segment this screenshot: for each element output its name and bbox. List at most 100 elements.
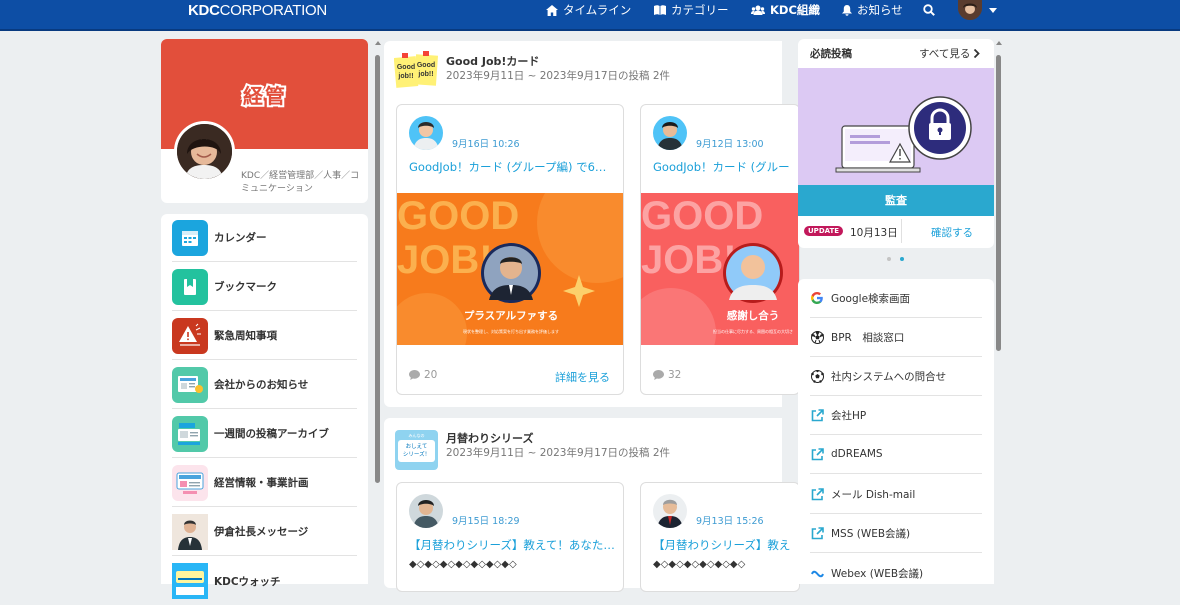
svg-text:Good: Good <box>397 64 415 71</box>
post-date: 9月16日 10:26 <box>452 139 520 150</box>
sidebar-item-company-news[interactable]: 会社からのお知らせ <box>172 361 357 409</box>
goodjob-card-icon: Good job!! Good job!! <box>393 51 440 93</box>
president-icon <box>172 513 208 550</box>
feed-section-goodjob: Good job!! Good job!! Good Job!カード 2023年9月1… <box>384 41 800 407</box>
svg-text:感謝し合う: 感謝し合う <box>727 309 780 322</box>
post-banner-image[interactable]: GOOD JOB! 感謝し合う 担当の仕事に尽力する、周囲の相互の大切さ <box>641 193 799 345</box>
monthly-series-icon: おしえて シリーズ！ みんなの <box>395 430 438 470</box>
external-link-icon <box>810 526 824 540</box>
search-icon <box>923 4 935 16</box>
view-details-link[interactable]: 詳細を見る <box>555 369 610 385</box>
external-link-icon <box>810 408 824 422</box>
sidebar-item-kdc-watch[interactable]: KDCウォッチ <box>172 557 357 605</box>
section-title[interactable]: Good Job!カード <box>446 53 539 69</box>
sidebar-menu: カレンダー ブックマーク 緊急周知事項 会社からのお知らせ 一週間の投稿アーカイ… <box>161 214 368 599</box>
must-read-banner-image[interactable] <box>798 68 994 185</box>
feed-scrollbar[interactable] <box>374 39 382 584</box>
users-icon <box>751 5 765 15</box>
post-excerpt: ◆◇◆◇◆◇◆◇◆◇◆◇ <box>653 559 746 570</box>
link-webex[interactable]: Webex (WEB会議) <box>810 554 982 593</box>
scroll-up-icon[interactable] <box>996 41 1002 45</box>
author-avatar[interactable] <box>409 494 443 528</box>
link-mss-web-meeting[interactable]: MSS (WEB会議) <box>810 514 982 553</box>
post-date: 9月13日 15:26 <box>696 516 764 527</box>
must-read-date: 10月13日 <box>850 227 898 239</box>
svg-text:おしえて: おしえて <box>406 443 428 450</box>
confirm-button[interactable]: 確認する <box>931 225 973 240</box>
must-read-title: 必読投稿 <box>810 48 852 60</box>
svg-text:みんなの: みんなの <box>409 432 425 438</box>
right-scrollbar-thumb[interactable] <box>996 55 1001 351</box>
author-avatar[interactable] <box>653 494 687 528</box>
scroll-up-icon[interactable] <box>375 41 381 45</box>
link-company-hp[interactable]: 会社HP <box>810 396 982 435</box>
section-date-range: 2023年9月11日 ~ 2023年9月17日の投稿 2件 <box>446 70 671 82</box>
svg-text:job!!: job!! <box>397 73 413 80</box>
comment-icon <box>409 370 420 380</box>
must-read-panel: 必読投稿 すべて見る 監査 UPDATE 10月13日 確認する <box>798 39 994 248</box>
sidebar-item-business-plan[interactable]: 経営情報・事業計画 <box>172 459 357 507</box>
link-ddreams[interactable]: dDREAMS <box>810 435 982 474</box>
post-card[interactable]: 9月16日 10:26 GoodJob！カード (グループ編) で6… GOOD… <box>396 104 624 395</box>
link-system-inquiry[interactable]: 社内システムへの問合せ <box>810 357 982 396</box>
sidebar-item-calendar[interactable]: カレンダー <box>172 214 357 262</box>
external-link-icon <box>810 447 824 461</box>
post-banner-image[interactable]: GOOD JOB! プラスアルファする 現状を整理し、対応策案を打ち出す業務を評… <box>397 193 623 345</box>
banner-word: GOOD <box>397 194 519 238</box>
author-avatar[interactable] <box>409 116 443 150</box>
post-title[interactable]: GoodJob！カード (グループ編) で6… <box>409 159 606 175</box>
carousel-dot-active[interactable] <box>900 257 904 261</box>
warning-icon <box>172 317 208 354</box>
update-badge: UPDATE <box>804 226 844 236</box>
feed-scrollbar-thumb[interactable] <box>375 55 380 483</box>
sidebar-item-emergency[interactable]: 緊急周知事項 <box>172 312 357 360</box>
soccer-icon <box>810 369 824 383</box>
post-card[interactable]: 9月13日 15:26 【月替わりシリーズ】教え ◆◇◆◇◆◇◆◇◆◇◆◇ <box>640 482 800 592</box>
company-logo[interactable]: KDCCORPORATION <box>188 2 327 19</box>
notice-icon <box>172 366 208 403</box>
post-card[interactable]: 9月15日 18:29 【月替わりシリーズ】教えて！あなた… ◆◇◆◇◆◇◆◇◆… <box>396 482 624 592</box>
sidebar-item-president-message[interactable]: 伊倉社長メッセージ <box>172 508 357 556</box>
user-menu-caret-icon[interactable] <box>989 8 997 13</box>
nav-notifications[interactable]: お知らせ <box>842 0 903 20</box>
top-navbar: KDCCORPORATION タイムライン カテゴリー KDC組織 お知らせ <box>0 0 1180 31</box>
external-link-icon <box>810 487 824 501</box>
bookmark-icon <box>172 268 208 305</box>
section-date-range: 2023年9月11日 ~ 2023年9月17日の投稿 2件 <box>446 447 671 459</box>
nav-timeline[interactable]: タイムライン <box>546 0 631 20</box>
search-button[interactable] <box>923 0 940 20</box>
business-icon <box>172 464 208 501</box>
user-avatar[interactable] <box>958 0 982 20</box>
banner-word: JOB! <box>397 238 493 282</box>
author-avatar[interactable] <box>653 116 687 150</box>
nav-kdc-org[interactable]: KDC組織 <box>751 0 820 20</box>
section-title[interactable]: 月替わりシリーズ <box>446 430 533 446</box>
post-date: 9月12日 13:00 <box>696 139 764 150</box>
post-title[interactable]: GoodJob！カード (グルー <box>653 159 790 175</box>
svg-text:プラスアルファする: プラスアルファする <box>464 309 558 322</box>
post-title[interactable]: 【月替わりシリーズ】教え <box>653 537 790 553</box>
comment-count[interactable]: 20 <box>409 369 437 381</box>
profile-avatar[interactable] <box>174 121 235 182</box>
webex-icon <box>810 567 824 581</box>
link-dish-mail[interactable]: メール Dish-mail <box>810 475 982 514</box>
sidebar-item-bookmark[interactable]: ブックマーク <box>172 263 357 311</box>
link-bpr-consultation[interactable]: BPR 相談窓口 <box>810 318 982 357</box>
svg-text:Good: Good <box>417 62 435 69</box>
bell-icon <box>842 4 852 16</box>
must-read-label[interactable]: 監査 <box>798 185 994 216</box>
calendar-icon <box>172 219 208 256</box>
comment-count[interactable]: 32 <box>653 369 681 381</box>
right-scrollbar[interactable] <box>995 39 1003 584</box>
post-card[interactable]: 9月12日 13:00 GoodJob！カード (グルー GOOD JOB! 感… <box>640 104 800 395</box>
see-all-link[interactable]: すべて見る <box>919 46 981 61</box>
home-icon <box>546 4 558 16</box>
svg-text:現状を整理し、対応策案を打ち出す業務を評価します: 現状を整理し、対応策案を打ち出す業務を評価します <box>463 328 559 334</box>
nav-category[interactable]: カテゴリー <box>654 0 729 20</box>
svg-text:GOOD: GOOD <box>641 194 763 238</box>
carousel-dot[interactable] <box>887 257 891 261</box>
link-google[interactable]: Google検索画面 <box>810 279 982 318</box>
google-icon <box>810 291 824 305</box>
sidebar-item-weekly-archive[interactable]: 一週間の投稿アーカイブ <box>172 410 357 458</box>
post-title[interactable]: 【月替わりシリーズ】教えて！あなた… <box>409 537 615 553</box>
